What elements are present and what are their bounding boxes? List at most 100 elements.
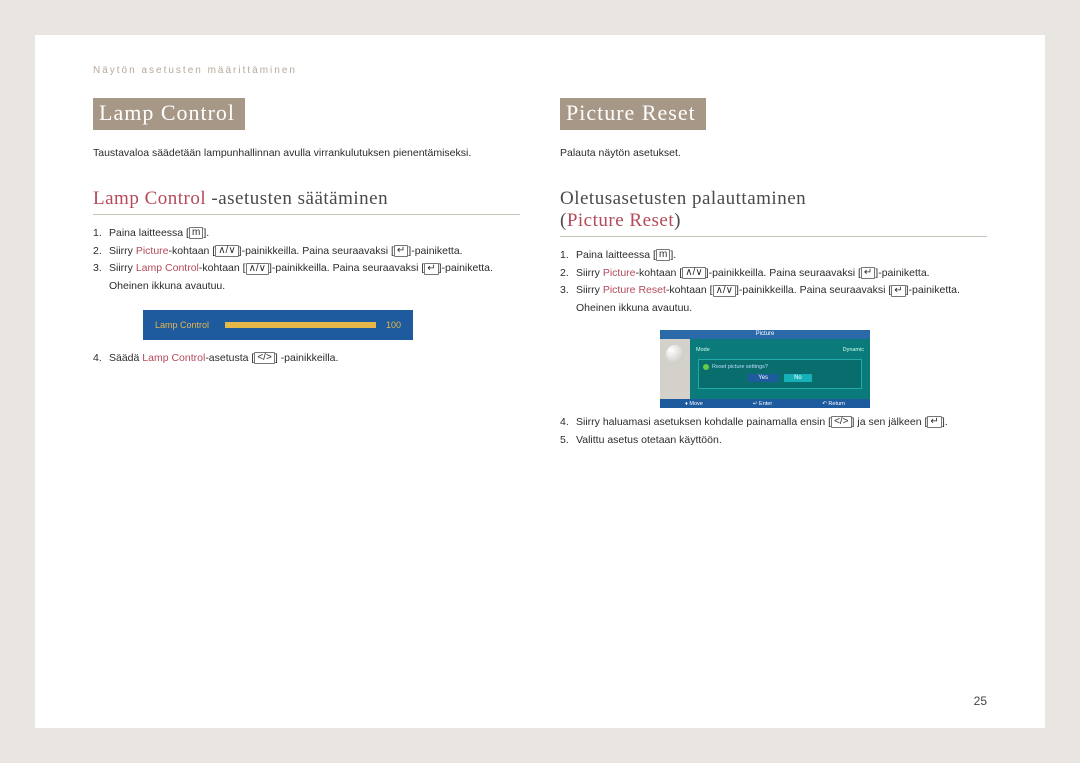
yes-button[interactable]: Yes	[748, 374, 778, 382]
highlight: Picture Reset	[603, 284, 666, 296]
updown-icon: ∧/∨	[215, 245, 238, 257]
osd-footer: ♦ Move ↵ Enter ↶ Return	[660, 399, 870, 408]
subhead-rest: -asetusten säätäminen	[206, 188, 388, 209]
updown-icon: ∧/∨	[713, 285, 736, 297]
subhead-line1: Oletusasetusten palauttaminen	[560, 188, 806, 209]
osd-picture-reset: Picture Mode Dynamic Reset picture setti…	[660, 330, 870, 408]
intro-text: Taustavaloa säädetään lampunhallinnan av…	[93, 146, 520, 162]
osd-value: 100	[386, 320, 401, 330]
text: ]-painiketta.	[875, 267, 929, 279]
enter-icon: ↵	[394, 245, 408, 257]
foot-move: ♦ Move	[685, 401, 703, 407]
osd-dialog-buttons: Yes No	[703, 374, 857, 382]
text: ] ja sen jälkeen [	[852, 416, 928, 428]
menu-icon: m	[189, 227, 203, 239]
step-2: 2. Siirry Picture-kohtaan [∧/∨]-painikke…	[560, 265, 987, 283]
highlight: Lamp Control	[142, 352, 205, 364]
enter-icon: ↵	[927, 416, 941, 428]
text: Paina laitteessa [	[576, 249, 656, 261]
info-icon	[703, 364, 709, 370]
osd-dialog-msg: Reset picture settings?	[703, 364, 857, 370]
paren-close: )	[674, 210, 681, 231]
menu-icon: m	[656, 249, 670, 261]
updown-icon: ∧/∨	[246, 263, 269, 275]
text: Move	[689, 401, 702, 407]
text: ].	[203, 227, 209, 239]
steps-list-right-2: 4. Siirry haluamasi asetuksen kohdalle p…	[560, 414, 987, 450]
step-2: 2. Siirry Picture-kohtaan [∧/∨]-painikke…	[93, 243, 520, 261]
step-3: 3. Siirry Picture Reset-kohtaan [∧/∨]-pa…	[560, 282, 987, 318]
steps-list-left-2: 4. Säädä Lamp Control-asetusta [</>] -pa…	[93, 350, 520, 368]
text: Siirry haluamasi asetuksen kohdalle pain…	[576, 416, 831, 428]
osd-body: Mode Dynamic Reset picture settings? Yes…	[660, 339, 870, 399]
text: -kohtaan [	[169, 245, 216, 257]
column-lamp-control: Lamp Control Taustavaloa säädetään lampu…	[93, 98, 520, 450]
subhead-highlight: Lamp Control	[93, 188, 206, 209]
osd-menu-label: Mode	[696, 347, 710, 353]
text: ].	[670, 249, 676, 261]
text: -kohtaan [	[666, 284, 713, 296]
text: Return	[828, 401, 845, 407]
page-number: 25	[974, 694, 987, 708]
text: ]-painikkeilla. Paina seuraavaksi [	[706, 267, 861, 279]
text: -asetusta [	[205, 352, 254, 364]
step-3: 3. Siirry Lamp Control-kohtaan [∧/∨]-pai…	[93, 260, 520, 296]
column-picture-reset: Picture Reset Palauta näytön asetukset. …	[560, 98, 987, 450]
osd-label: Lamp Control	[155, 320, 225, 330]
subheading-lamp: Lamp Control -asetusten säätäminen	[93, 188, 520, 215]
osd-menu-row: Mode Dynamic	[696, 347, 864, 353]
osd-slider-fill	[225, 322, 376, 328]
osd-side-icon	[660, 339, 690, 399]
text: Paina laitteessa [	[109, 227, 189, 239]
paren-open: (	[560, 210, 567, 231]
steps-list-left: 1. Paina laitteessa [m]. 2. Siirry Pictu…	[93, 225, 520, 296]
enter-icon: ↵	[861, 267, 875, 279]
osd-main: Mode Dynamic Reset picture settings? Yes…	[690, 339, 870, 399]
osd-lamp-control: Lamp Control 100	[143, 310, 413, 340]
highlight: Picture	[136, 245, 169, 257]
subhead-highlight: Picture Reset	[567, 210, 674, 231]
section-breadcrumb: Näytön asetusten määrittäminen	[93, 65, 987, 76]
updown-icon: ∧/∨	[682, 267, 705, 279]
step-1: 1. Paina laitteessa [m].	[93, 225, 520, 243]
foot-enter: ↵ Enter	[753, 401, 772, 407]
osd-menu-value: Dynamic	[843, 347, 864, 353]
text: Siirry	[576, 284, 603, 296]
text: -kohtaan [	[636, 267, 683, 279]
text: Siirry	[109, 245, 136, 257]
text: Siirry	[109, 262, 136, 274]
manual-page: Näytön asetusten määrittäminen Lamp Cont…	[35, 35, 1045, 728]
highlight: Picture	[603, 267, 636, 279]
heading-lamp-control: Lamp Control	[93, 98, 245, 130]
leftright-icon: </>	[831, 416, 851, 428]
no-button[interactable]: No	[784, 374, 812, 382]
text: ]-painiketta.	[408, 245, 462, 257]
enter-icon: ↵	[424, 263, 438, 275]
intro-text: Palauta näytön asetukset.	[560, 146, 987, 162]
osd-title: Picture	[660, 330, 870, 339]
content-columns: Lamp Control Taustavaloa säädetään lampu…	[93, 98, 987, 450]
text: ]-painikkeilla. Paina seuraavaksi [	[269, 262, 424, 274]
text: ] -painikkeilla.	[275, 352, 339, 364]
leftright-icon: </>	[254, 352, 274, 364]
enter-icon: ↵	[891, 285, 905, 297]
foot-return: ↶ Return	[822, 401, 845, 407]
text: ]-painikkeilla. Paina seuraavaksi [	[736, 284, 891, 296]
text: ]-painikkeilla. Paina seuraavaksi [	[239, 245, 394, 257]
text: Valittu asetus otetaan käyttöön.	[576, 434, 722, 446]
osd-dialog: Reset picture settings? Yes No	[698, 359, 862, 389]
step-5: 5. Valittu asetus otetaan käyttöön.	[560, 432, 987, 450]
text: Reset picture settings?	[712, 364, 768, 370]
text: Säädä	[109, 352, 142, 364]
step-4: 4. Säädä Lamp Control-asetusta [</>] -pa…	[93, 350, 520, 368]
text: Siirry	[576, 267, 603, 279]
osd-slider-track	[225, 322, 376, 328]
text: ].	[942, 416, 948, 428]
subheading-reset: Oletusasetusten palauttaminen (Picture R…	[560, 188, 987, 237]
highlight: Lamp Control	[136, 262, 199, 274]
heading-picture-reset: Picture Reset	[560, 98, 706, 130]
step-1: 1. Paina laitteessa [m].	[560, 247, 987, 265]
text: -kohtaan [	[199, 262, 246, 274]
step-4: 4. Siirry haluamasi asetuksen kohdalle p…	[560, 414, 987, 432]
steps-list-right: 1. Paina laitteessa [m]. 2. Siirry Pictu…	[560, 247, 987, 318]
